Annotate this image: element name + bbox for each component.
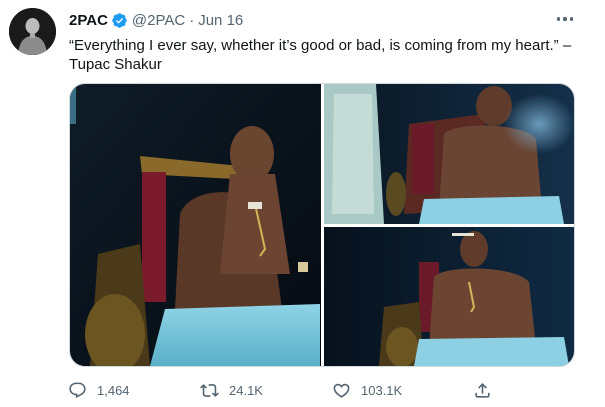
author-name[interactable]: 2PAC <box>69 12 108 29</box>
verified-badge-icon <box>111 12 128 29</box>
avatar[interactable] <box>9 8 56 55</box>
share-button[interactable] <box>473 378 492 402</box>
like-button[interactable]: 103.1K <box>332 378 402 402</box>
tweet-header: 2PAC @2PAC · Jun 16 <box>69 10 243 30</box>
retweet-count: 24.1K <box>229 382 263 398</box>
retweet-icon <box>200 383 219 397</box>
tweet-date[interactable]: Jun 16 <box>198 12 243 29</box>
more-options-icon[interactable] <box>552 10 578 28</box>
author-handle[interactable]: @2PAC <box>132 12 185 29</box>
tweet-text-line: “Everything I ever say, whether it’s goo… <box>69 37 572 54</box>
share-icon <box>475 382 490 398</box>
header-separator: · <box>189 11 195 29</box>
reply-icon <box>69 382 86 398</box>
like-count: 103.1K <box>361 382 403 398</box>
reply-count: 1,464 <box>97 382 130 398</box>
media-image-1[interactable] <box>70 84 321 366</box>
retweet-button[interactable]: 24.1K <box>200 378 263 402</box>
heart-icon <box>333 383 350 398</box>
tweet-card[interactable]: 2PAC @2PAC · Jun 16 “Everything I ever s… <box>0 0 605 407</box>
tweet-text-line: Tupac Shakur <box>69 56 162 73</box>
media-image-3[interactable] <box>324 227 574 366</box>
tweet-text: “Everything I ever say, whether it’s goo… <box>69 36 589 74</box>
media-image-2[interactable] <box>324 84 574 224</box>
media-grid <box>69 83 575 367</box>
avatar-image <box>9 8 56 55</box>
action-bar: 1,464 24.1K 103.1K <box>64 378 504 402</box>
reply-button[interactable]: 1,464 <box>68 378 130 402</box>
